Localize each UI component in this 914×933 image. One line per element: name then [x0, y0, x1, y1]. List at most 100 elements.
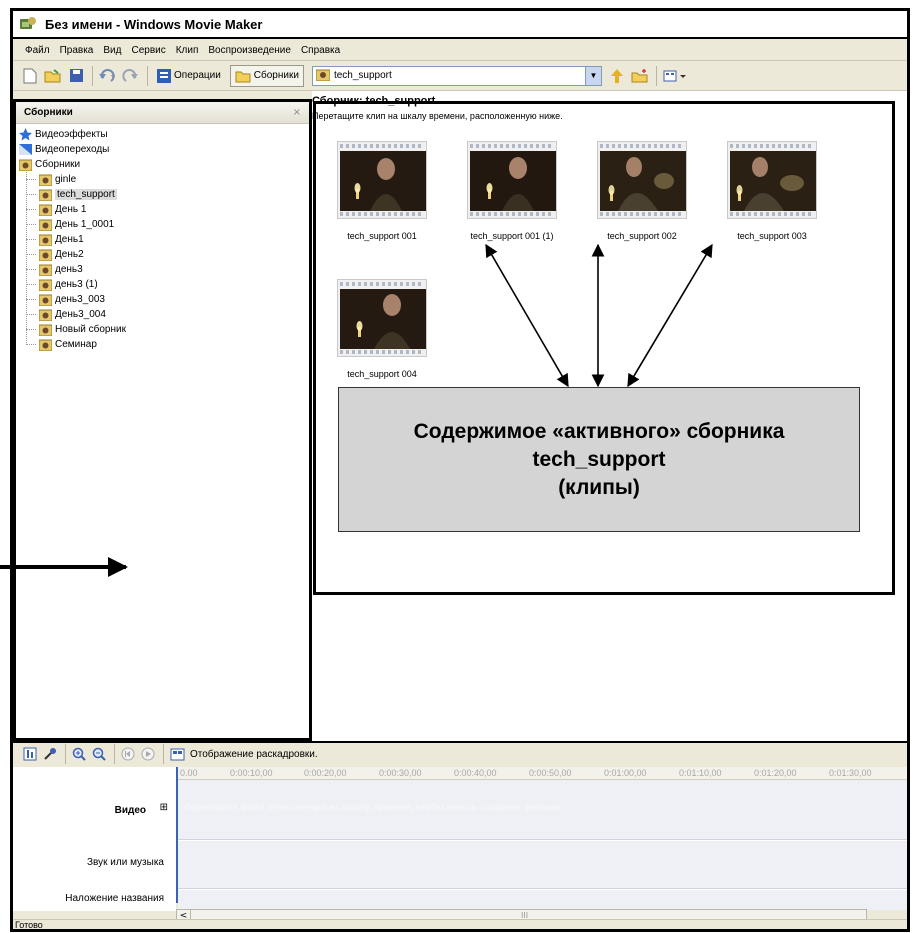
- tree-item-collection-selected[interactable]: tech_support: [18, 187, 309, 202]
- menu-file[interactable]: Файл: [25, 45, 50, 56]
- transition-icon: [18, 143, 32, 156]
- tree-item-collection[interactable]: день3_003: [18, 292, 309, 307]
- zoom-in-icon[interactable]: [70, 745, 88, 763]
- new-collection-icon[interactable]: [629, 65, 651, 87]
- tree-item-label: Видеоэффекты: [35, 129, 108, 140]
- video-frame-icon: [470, 151, 556, 211]
- window-title: Без имени - Windows Movie Maker: [45, 16, 263, 32]
- clip-item[interactable]: tech_support 001: [337, 141, 437, 241]
- tasks-button[interactable]: Операции: [152, 65, 226, 87]
- set-audio-levels-icon[interactable]: [21, 745, 39, 763]
- timeline-panel: Отображение раскадровки. Видео ⊞ Звук ил…: [13, 741, 907, 929]
- tree-item-collection[interactable]: день3 (1): [18, 277, 309, 292]
- collections-tree: Видеоэффекты Видеопереходы Сборники ginl…: [16, 124, 309, 352]
- title-bar[interactable]: Без имени - Windows Movie Maker: [13, 11, 907, 39]
- save-icon[interactable]: [65, 65, 87, 87]
- collection-select-value: tech_support: [333, 70, 392, 81]
- tree-item-collection[interactable]: ginle: [18, 172, 309, 187]
- tree-item-collection[interactable]: День 1_0001: [18, 217, 309, 232]
- tree-item-collection[interactable]: Семинар: [18, 337, 309, 352]
- tree-item-collection[interactable]: день3: [18, 262, 309, 277]
- collection-icon: [315, 68, 331, 84]
- close-icon[interactable]: ×: [293, 107, 301, 118]
- ruler-tick: 0:00:20,00: [304, 768, 347, 778]
- chevron-down-icon[interactable]: ▼: [584, 66, 601, 85]
- clip-item[interactable]: tech_support 003: [727, 141, 827, 241]
- tree-item-collection[interactable]: День1: [18, 232, 309, 247]
- ruler-tick: 0:01:30,00: [829, 768, 872, 778]
- tree-item-collection[interactable]: Новый сборник: [18, 322, 309, 337]
- tree-item-label: Семинар: [55, 339, 97, 350]
- tasks-label: Операции: [174, 70, 221, 81]
- collections-pane-header: Сборники ×: [16, 102, 309, 124]
- ruler-tick: 0:01:20,00: [754, 768, 797, 778]
- up-one-level-icon[interactable]: [606, 65, 628, 87]
- tree-item-label: День 1: [55, 204, 87, 215]
- ruler-tick: 0:00:50,00: [529, 768, 572, 778]
- rewind-icon[interactable]: [119, 745, 137, 763]
- clip-item[interactable]: tech_support 004: [337, 279, 437, 379]
- clip-label: tech_support 001 (1): [470, 231, 554, 241]
- expand-icon[interactable]: ⊞: [160, 802, 168, 813]
- menu-edit[interactable]: Правка: [60, 45, 94, 56]
- collection-icon: [38, 308, 52, 321]
- tree-item-label: ginle: [55, 174, 77, 185]
- menu-playback[interactable]: Воспроизведение: [208, 45, 291, 56]
- collection-icon: [38, 203, 52, 216]
- clip-thumbnail: [337, 141, 427, 219]
- clip-label: tech_support 004: [347, 369, 417, 379]
- clip-item[interactable]: tech_support 002: [597, 141, 697, 241]
- ruler-tick: 0:01:10,00: [679, 768, 722, 778]
- tree-item-label: День 1_0001: [55, 219, 115, 230]
- video-track[interactable]: Перетащите файл мультимедиа на шкалу вре…: [178, 780, 907, 840]
- main-toolbar: Операции Сборники tech_support ▼: [13, 61, 907, 91]
- collection-icon: [38, 248, 52, 261]
- tree-item-collection[interactable]: День2: [18, 247, 309, 262]
- collections-pane: Сборники × Видеоэффекты Видеопереходы Сб…: [13, 99, 312, 741]
- timeline[interactable]: 0.00 0:00:10,00 0:00:20,00 0:00:30,00 0:…: [176, 767, 907, 910]
- undo-icon[interactable]: [97, 65, 119, 87]
- track-label-audio: Звук или музыка: [87, 857, 164, 868]
- tree-item-label: Видеопереходы: [35, 144, 110, 155]
- play-icon[interactable]: [139, 745, 157, 763]
- storyboard-icon[interactable]: [168, 745, 186, 763]
- video-frame-icon: [730, 151, 816, 211]
- video-frame-icon: [600, 151, 686, 211]
- track-label-title-overlay: Наложение названия: [65, 893, 164, 904]
- menu-clip[interactable]: Клип: [176, 45, 199, 56]
- narrate-icon[interactable]: [41, 745, 59, 763]
- tree-item-collection[interactable]: День 1: [18, 202, 309, 217]
- toolbar-separator: [655, 65, 657, 86]
- collection-icon: [38, 233, 52, 246]
- timeline-ruler[interactable]: 0.00 0:00:10,00 0:00:20,00 0:00:30,00 0:…: [178, 767, 907, 780]
- collection-icon: [38, 263, 52, 276]
- collections-button[interactable]: Сборники: [229, 64, 304, 87]
- tree-item-collection[interactable]: День3_004: [18, 307, 309, 322]
- clip-item[interactable]: tech_support 001 (1): [467, 141, 567, 241]
- tree-item-label: день3 (1): [55, 279, 98, 290]
- collections-label: Сборники: [253, 70, 299, 81]
- tree-item-video-effects[interactable]: Видеоэффекты: [18, 127, 309, 142]
- storyboard-toggle[interactable]: Отображение раскадровки.: [190, 749, 318, 760]
- new-project-icon[interactable]: [19, 65, 41, 87]
- folder-icon: [235, 71, 251, 82]
- tree-item-label: День2: [55, 249, 84, 260]
- collection-icon: [38, 278, 52, 291]
- menu-view[interactable]: Вид: [103, 45, 121, 56]
- collection-icon: [38, 323, 52, 336]
- zoom-out-icon[interactable]: [90, 745, 108, 763]
- ruler-tick: 0:00:10,00: [230, 768, 273, 778]
- tree-item-collections-root[interactable]: Сборники: [18, 157, 309, 172]
- menu-tools[interactable]: Сервис: [131, 45, 165, 56]
- tree-item-video-transitions[interactable]: Видеопереходы: [18, 142, 309, 157]
- redo-icon[interactable]: [120, 65, 142, 87]
- star-icon: [18, 128, 32, 141]
- open-project-icon[interactable]: [42, 65, 64, 87]
- title-overlay-track[interactable]: [178, 890, 907, 910]
- audio-track[interactable]: [178, 841, 907, 889]
- tree-item-label: Новый сборник: [55, 324, 126, 335]
- menu-help[interactable]: Справка: [301, 45, 340, 56]
- ruler-tick: 0:01:00,00: [604, 768, 647, 778]
- collection-select[interactable]: tech_support ▼: [311, 65, 602, 86]
- views-icon[interactable]: [661, 65, 689, 87]
